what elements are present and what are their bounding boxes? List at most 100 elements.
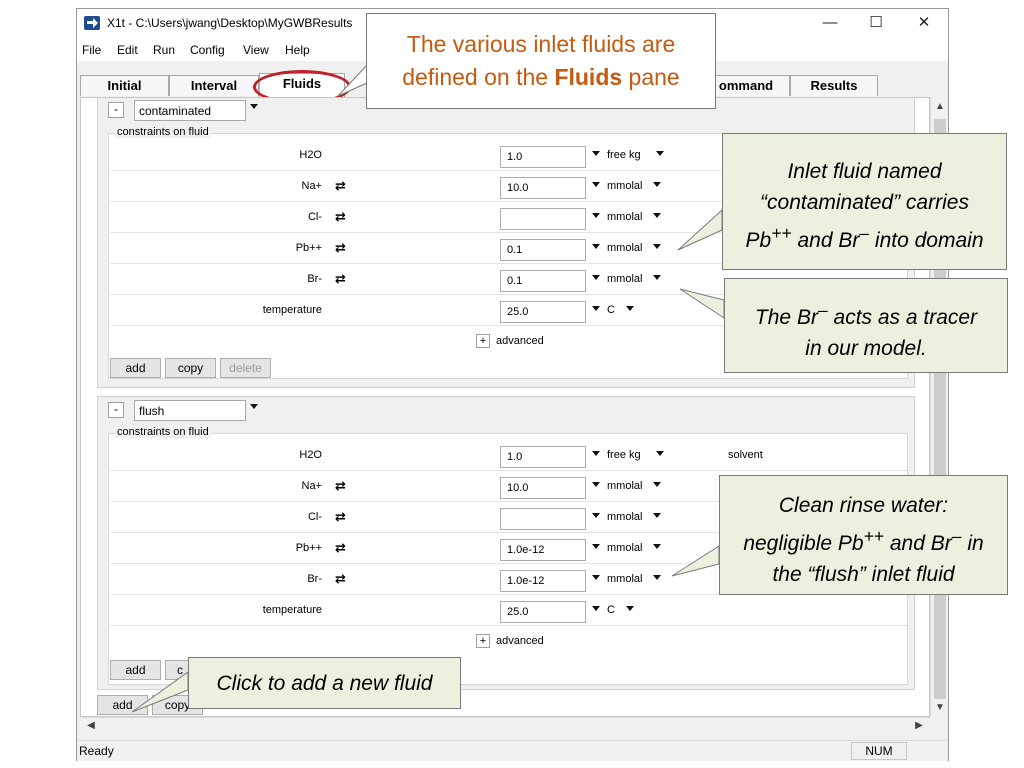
scroll-left-icon[interactable]: ◀ — [82, 720, 100, 731]
value-dropdown-icon[interactable] — [592, 606, 600, 611]
constraints-title: constraints on fluid — [115, 126, 211, 138]
unit-selector[interactable]: free kg — [607, 449, 641, 461]
unit-dropdown-icon[interactable] — [656, 451, 664, 456]
swap-basis-icon[interactable]: ⇄ — [335, 509, 346, 525]
add-constraint-button[interactable]: add — [110, 660, 161, 680]
value-dropdown-icon[interactable] — [592, 151, 600, 156]
value-dropdown-icon[interactable] — [592, 482, 600, 487]
unit-dropdown-icon[interactable] — [653, 482, 661, 487]
unit-dropdown-icon[interactable] — [626, 606, 634, 611]
constraint-value-field[interactable] — [500, 208, 586, 230]
unit-selector[interactable]: C — [607, 604, 615, 616]
advanced-label[interactable]: advanced — [496, 335, 544, 347]
unit-selector[interactable]: mmolal — [607, 480, 642, 492]
unit-selector[interactable]: mmolal — [607, 573, 642, 585]
swap-basis-icon[interactable]: ⇄ — [335, 271, 346, 287]
unit-dropdown-icon[interactable] — [653, 513, 661, 518]
unit-selector[interactable]: mmolal — [607, 273, 642, 285]
swap-basis-icon[interactable]: ⇄ — [335, 240, 346, 256]
unit-dropdown-icon[interactable] — [626, 306, 634, 311]
menu-run[interactable]: Run — [153, 43, 175, 57]
unit-selector[interactable]: free kg — [607, 149, 641, 161]
unit-dropdown-icon[interactable] — [656, 151, 664, 156]
constraint-value-field[interactable]: 1.0e-12 — [500, 539, 586, 561]
chevron-down-icon[interactable] — [250, 404, 258, 409]
callout-superscript: ++ — [863, 526, 885, 546]
callout-line: the “flush” inlet fluid — [772, 563, 955, 586]
value-dropdown-icon[interactable] — [592, 575, 600, 580]
unit-selector[interactable]: mmolal — [607, 242, 642, 254]
menu-edit[interactable]: Edit — [117, 43, 138, 57]
copy-constraint-button[interactable]: copy — [165, 358, 216, 378]
horizontal-scrollbar[interactable]: ◀ ▶ — [80, 717, 930, 735]
constraint-value-field[interactable]: 1.0 — [500, 146, 586, 168]
menu-config[interactable]: Config — [190, 43, 225, 57]
unit-selector[interactable]: mmolal — [607, 211, 642, 223]
swap-basis-icon[interactable]: ⇄ — [335, 209, 346, 225]
collapse-button[interactable]: - — [108, 402, 124, 418]
constraint-value-field[interactable]: 1.0e-12 — [500, 570, 586, 592]
value-dropdown-icon[interactable] — [592, 275, 600, 280]
unit-dropdown-icon[interactable] — [653, 213, 661, 218]
menu-help[interactable]: Help — [285, 43, 310, 57]
swap-basis-icon[interactable]: ⇄ — [335, 571, 346, 587]
callout-line: Clean rinse water: — [778, 494, 949, 517]
value-dropdown-icon[interactable] — [592, 544, 600, 549]
scroll-right-icon[interactable]: ▶ — [910, 720, 928, 731]
unit-selector[interactable]: mmolal — [607, 542, 642, 554]
swap-basis-icon[interactable]: ⇄ — [335, 178, 346, 194]
callout-text: into domain — [869, 229, 984, 252]
unit-selector[interactable]: C — [607, 304, 615, 316]
constraint-label: Cl- — [307, 211, 322, 223]
delete-constraint-button: delete — [220, 358, 271, 378]
unit-selector[interactable]: mmolal — [607, 180, 642, 192]
expand-button[interactable]: + — [476, 334, 490, 348]
unit-dropdown-icon[interactable] — [653, 544, 661, 549]
minimize-button[interactable]: — — [808, 11, 852, 37]
scroll-up-icon[interactable]: ▲ — [931, 101, 949, 112]
tab-interval[interactable]: Interval — [169, 75, 259, 96]
collapse-button[interactable]: - — [108, 102, 124, 118]
maximize-button[interactable]: ☐ — [854, 11, 898, 37]
value-dropdown-icon[interactable] — [592, 513, 600, 518]
unit-dropdown-icon[interactable] — [653, 575, 661, 580]
scroll-down-icon[interactable]: ▼ — [931, 702, 949, 713]
value-dropdown-icon[interactable] — [592, 182, 600, 187]
value-dropdown-icon[interactable] — [592, 244, 600, 249]
tab-results[interactable]: Results — [790, 75, 878, 96]
callout-text: The Br — [754, 306, 818, 329]
tab-fluids[interactable]: Fluids — [259, 73, 345, 98]
advanced-label[interactable]: advanced — [496, 635, 544, 647]
constraint-value-field[interactable] — [500, 508, 586, 530]
callout-text: and Br — [791, 229, 860, 252]
menu-file[interactable]: File — [82, 43, 101, 57]
constraint-label: temperature — [262, 604, 322, 616]
unit-dropdown-icon[interactable] — [653, 182, 661, 187]
constraint-value-field[interactable]: 10.0 — [500, 177, 586, 199]
chevron-down-icon[interactable] — [250, 104, 258, 109]
expand-button[interactable]: + — [476, 634, 490, 648]
constraint-value-field[interactable]: 0.1 — [500, 270, 586, 292]
constraint-label: Na+ — [301, 480, 323, 492]
swap-basis-icon[interactable]: ⇄ — [335, 540, 346, 556]
unit-dropdown-icon[interactable] — [653, 244, 661, 249]
menu-view[interactable]: View — [243, 43, 269, 57]
close-button[interactable]: ✕ — [902, 11, 946, 37]
add-fluid-button[interactable]: add — [97, 695, 148, 715]
constraint-value-field[interactable]: 25.0 — [500, 301, 586, 323]
unit-selector[interactable]: mmolal — [607, 511, 642, 523]
fluid-name-field[interactable]: contaminated — [134, 100, 246, 121]
constraint-value-field[interactable]: 10.0 — [500, 477, 586, 499]
value-dropdown-icon[interactable] — [592, 213, 600, 218]
constraint-value-field[interactable]: 1.0 — [500, 446, 586, 468]
fluid-name-field[interactable]: flush — [134, 400, 246, 421]
value-dropdown-icon[interactable] — [592, 451, 600, 456]
constraint-value-field[interactable]: 0.1 — [500, 239, 586, 261]
callout-line: in our model. — [805, 337, 927, 360]
value-dropdown-icon[interactable] — [592, 306, 600, 311]
unit-dropdown-icon[interactable] — [653, 275, 661, 280]
swap-basis-icon[interactable]: ⇄ — [335, 478, 346, 494]
add-constraint-button[interactable]: add — [110, 358, 161, 378]
constraint-value-field[interactable]: 25.0 — [500, 601, 586, 623]
tab-initial[interactable]: Initial — [80, 75, 169, 96]
